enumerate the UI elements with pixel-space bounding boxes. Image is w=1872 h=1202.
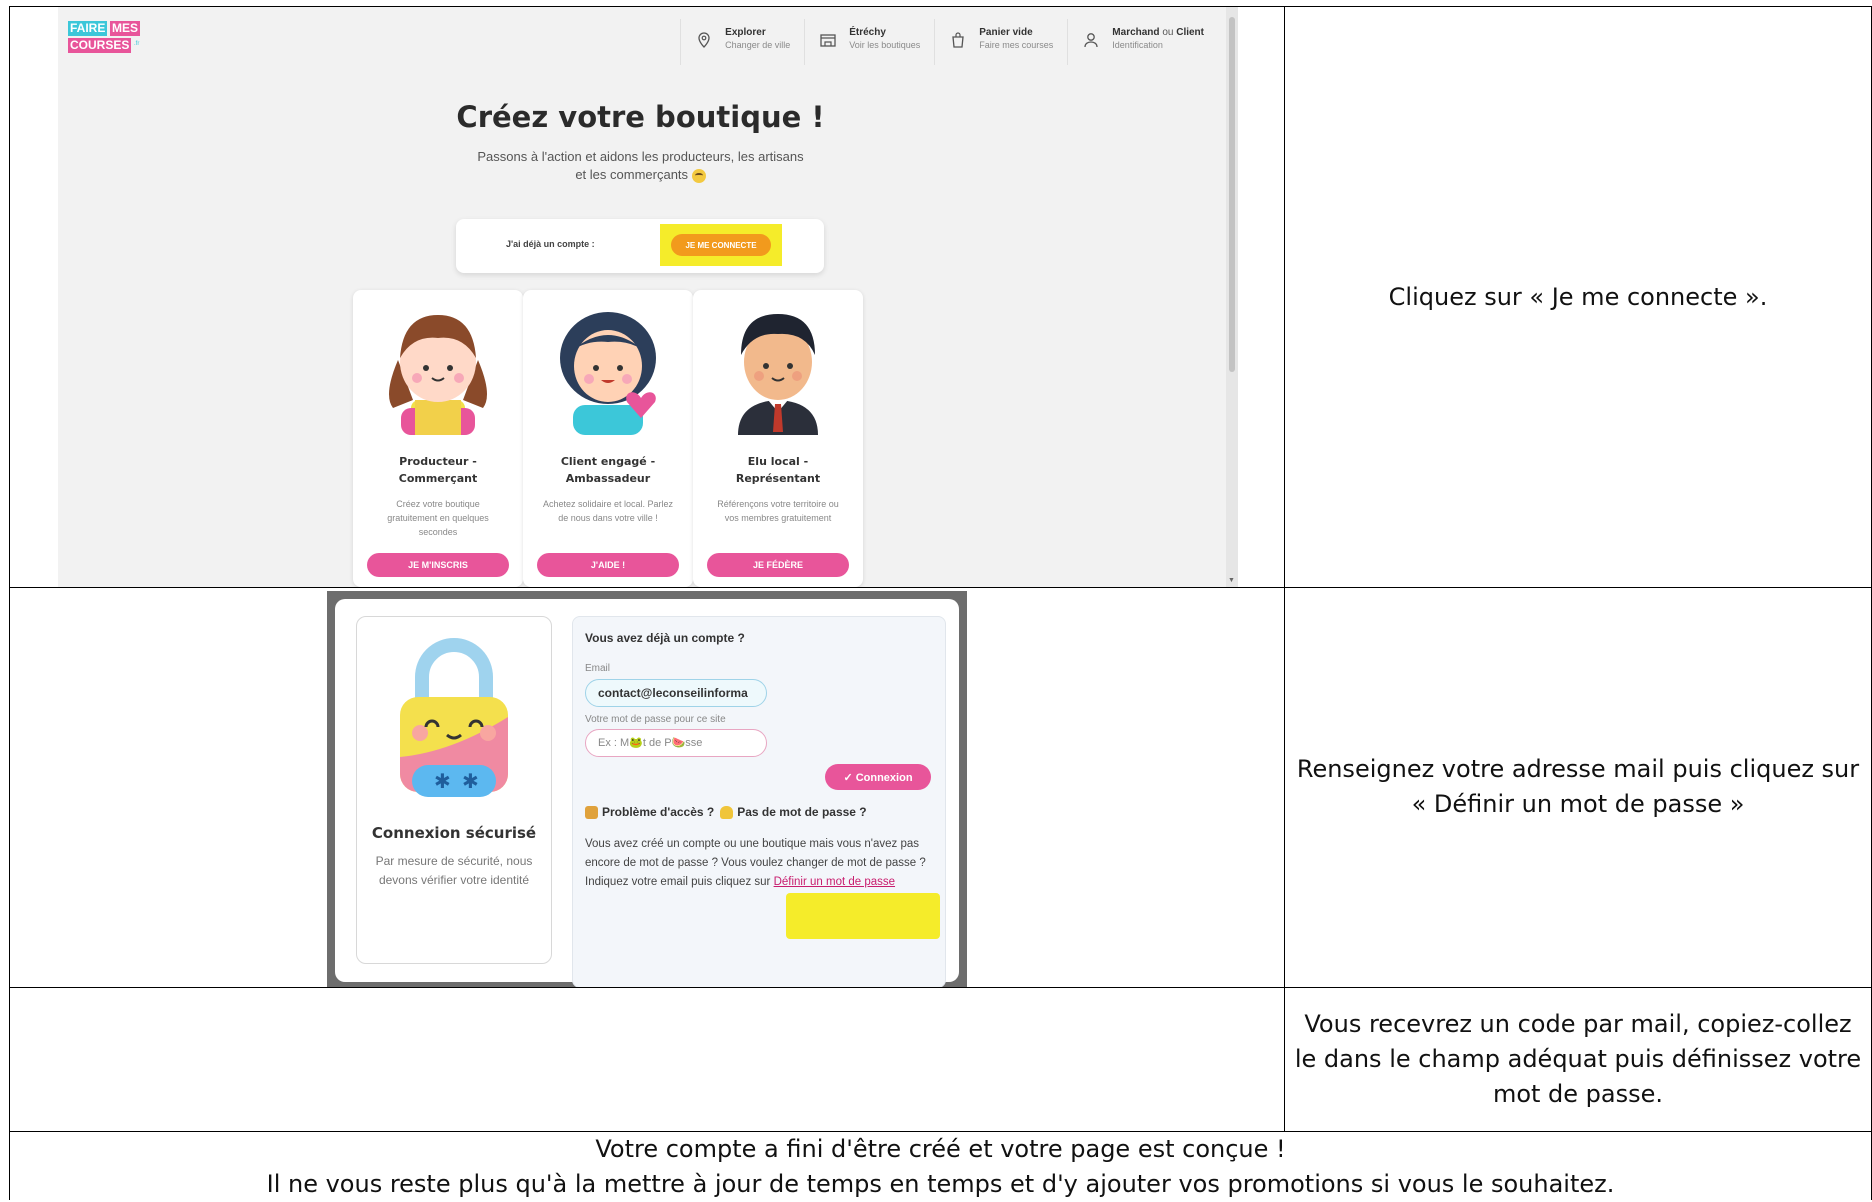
screenshot-login-form: ✱ ✱ Connexion sécurisé Par mesure de séc… — [327, 591, 967, 987]
card-title: Client engagé - Ambassadeur — [560, 455, 656, 485]
access-problem-heading: Problème d'accès ? Pas de mot de passe ? — [585, 805, 867, 819]
email-field[interactable] — [585, 679, 767, 707]
access-problem-icon — [585, 805, 598, 819]
page-title: Créez votre boutique ! — [456, 100, 825, 134]
page-subtitle: Passons à l'action et aidons les product… — [477, 149, 804, 183]
form-title: Vous avez déjà un compte ? — [585, 631, 745, 645]
nav-explorer[interactable]: Explorer Changer de ville — [680, 19, 804, 65]
scrollbar-thumb[interactable] — [1229, 17, 1235, 372]
highlight-marker — [786, 893, 940, 939]
password-field[interactable] — [585, 729, 767, 757]
help-button[interactable]: J'AIDE ! — [537, 553, 679, 577]
nav-city[interactable]: Étréchy Voir les boutiques — [804, 19, 934, 65]
card-description: Référençons votre territoire ou vos memb… — [717, 499, 839, 523]
svg-text:✱: ✱ — [434, 769, 451, 793]
page-scrollbar[interactable]: ▼ — [1226, 7, 1238, 587]
top-navigation: Explorer Changer de ville Étréchy Voir les… — [680, 19, 1218, 65]
define-password-link[interactable]: Définir un mot de passe — [774, 876, 895, 888]
card-title: Producteur - Commerçant — [398, 455, 478, 485]
login-prompt: J'ai déjà un compte : — [506, 239, 595, 249]
signup-button[interactable]: JE M'INSCRIS — [367, 553, 509, 577]
svg-text:✱: ✱ — [462, 769, 479, 793]
nav-cart[interactable]: Panier vide Faire mes courses — [934, 19, 1067, 65]
card-official: Elu local - Représentant Référençons vot… — [693, 290, 863, 587]
scroll-down-arrow-icon[interactable]: ▼ — [1228, 577, 1235, 584]
card-title: Elu local - Représentant — [735, 455, 821, 485]
federate-button[interactable]: JE FÉDÈRE — [707, 553, 849, 577]
smiling-face-icon — [691, 168, 706, 183]
final-message: Votre compte a fini d'être créé et votre… — [266, 1135, 1615, 1198]
table-border-left — [9, 6, 10, 1200]
padlock-small-icon — [720, 805, 734, 819]
shopping-bag-icon — [952, 32, 964, 48]
nav-account[interactable]: Marchand ou Client Identification — [1067, 19, 1218, 65]
card-description: Créez votre boutique gratuitement en que… — [387, 499, 489, 537]
storefront-icon — [820, 34, 836, 47]
step1-instruction: Cliquez sur « Je me connecte ». — [1388, 282, 1768, 311]
official-suit-avatar — [738, 314, 818, 435]
secure-login-card: ✱ ✱ Connexion sécurisé Par mesure de séc… — [356, 616, 552, 964]
location-pin-icon — [698, 32, 710, 48]
client-heart-avatar — [560, 312, 656, 435]
login-form: Vous avez déjà un compte ? Email Votre m… — [572, 616, 946, 987]
help-text: Vous avez créé un compte ou une boutique… — [585, 838, 926, 888]
card-description: Achetez solidaire et local. Parlez de no… — [542, 499, 674, 523]
step2-instruction: Renseignez votre adresse mail puis cliqu… — [1296, 755, 1860, 818]
secure-login-description: Par mesure de sécurité, nous devons véri… — [375, 854, 533, 887]
user-icon — [1084, 33, 1098, 48]
login-panel: ✱ ✱ Connexion sécurisé Par mesure de séc… — [335, 599, 959, 987]
card-producer: Producteur - Commerçant Créez votre bout… — [353, 290, 523, 587]
padlock-icon: ✱ ✱ — [400, 638, 508, 797]
site-logo[interactable]: FAIRE MES COURSES .fr — [68, 21, 150, 55]
screenshot-create-shop: FAIRE MES COURSES .fr Explorer Changer de… — [58, 7, 1238, 587]
card-client: Client engagé - Ambassadeur Achetez soli… — [523, 290, 693, 587]
email-label: Email — [585, 663, 611, 674]
step3-instruction: Vous recevrez un code par mail, copiez-c… — [1294, 1009, 1862, 1108]
password-label: Votre mot de passe pour ce site — [585, 714, 726, 725]
secure-login-title: Connexion sécurisé — [371, 824, 537, 842]
merchant-girl-avatar — [389, 315, 487, 435]
login-box: J'ai déjà un compte : JE ME CONNECTE — [456, 219, 824, 273]
connexion-button[interactable]: ✓ Connexion — [825, 764, 931, 790]
connect-button[interactable]: JE ME CONNECTE — [671, 234, 771, 256]
